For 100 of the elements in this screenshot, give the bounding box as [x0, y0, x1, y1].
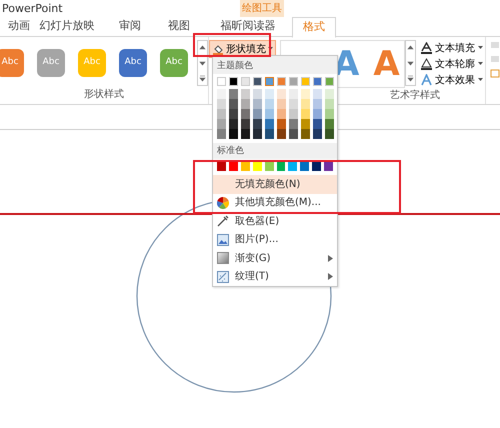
color-swatch[interactable] [277, 77, 286, 86]
color-swatch[interactable] [312, 162, 322, 171]
color-swatch[interactable] [313, 99, 322, 109]
gallery-scroll-icon[interactable] [405, 40, 416, 86]
color-swatch[interactable] [325, 129, 334, 139]
ribbon-tab[interactable]: 福昕阅读器 [204, 16, 292, 36]
color-swatch[interactable] [217, 162, 226, 171]
color-swatch[interactable] [324, 162, 334, 171]
color-swatch[interactable] [241, 77, 250, 86]
menu-item[interactable]: 图片(P)... [213, 230, 337, 249]
menu-item[interactable]: 无填充颜色(N) [213, 175, 337, 194]
color-swatch[interactable] [229, 119, 238, 129]
color-swatch[interactable] [264, 162, 274, 171]
color-swatch[interactable] [313, 119, 322, 129]
gradient-square-icon [217, 252, 229, 264]
color-swatch[interactable] [253, 89, 262, 99]
ribbon-tab[interactable]: 视图 [154, 16, 204, 36]
color-swatch[interactable] [313, 89, 322, 99]
color-swatch[interactable] [301, 109, 310, 119]
menu-item[interactable]: 其他填充颜色(M)... [213, 194, 337, 212]
color-swatch[interactable] [325, 109, 334, 119]
color-swatch[interactable] [229, 99, 238, 109]
color-swatch[interactable] [253, 129, 262, 139]
color-swatch[interactable] [277, 119, 286, 129]
color-swatch[interactable] [276, 162, 286, 171]
color-swatch[interactable] [301, 77, 310, 86]
text-fill-icon [421, 42, 432, 54]
texture-icon [217, 270, 229, 283]
color-swatch[interactable] [217, 77, 226, 86]
color-swatch[interactable] [325, 89, 334, 99]
ribbon-tab[interactable]: 动画 [0, 16, 28, 36]
color-swatch[interactable] [253, 119, 262, 129]
color-swatch[interactable] [265, 119, 274, 129]
shape-style-swatch[interactable]: Abc [119, 49, 147, 77]
color-swatch[interactable] [229, 77, 238, 86]
color-swatch[interactable] [217, 89, 226, 99]
color-wheel-icon [217, 196, 229, 209]
color-swatch[interactable] [229, 109, 238, 119]
color-swatch[interactable] [253, 99, 262, 109]
arrange-icon[interactable] [490, 40, 500, 80]
color-swatch[interactable] [325, 99, 334, 109]
color-swatch[interactable] [277, 109, 286, 119]
color-swatch[interactable] [313, 77, 322, 86]
color-swatch[interactable] [217, 129, 226, 139]
color-swatch[interactable] [217, 99, 226, 109]
color-swatch[interactable] [241, 109, 250, 119]
color-swatch[interactable] [265, 109, 274, 119]
color-swatch[interactable] [301, 89, 310, 99]
color-swatch[interactable] [301, 129, 310, 139]
color-swatch[interactable] [288, 162, 298, 171]
color-swatch[interactable] [240, 162, 250, 171]
color-swatch[interactable] [241, 99, 250, 109]
group-label: 形状样式 [83, 88, 125, 102]
color-swatch[interactable] [277, 89, 286, 99]
text-format-command[interactable]: 文本效果 [421, 72, 483, 88]
caret-icon [478, 62, 483, 66]
text-format-command[interactable]: 文本轮廓 [421, 56, 483, 72]
color-swatch[interactable] [300, 162, 310, 171]
color-swatch[interactable] [265, 89, 274, 99]
color-swatch[interactable] [301, 119, 310, 129]
menu-item[interactable]: 取色器(E) [213, 212, 337, 230]
color-swatch[interactable] [301, 99, 310, 109]
color-swatch[interactable] [217, 119, 226, 129]
text-outline-icon [421, 58, 432, 70]
contextual-tab-label: 绘图工具 [240, 0, 284, 17]
color-swatch[interactable] [289, 77, 298, 86]
ribbon-tab[interactable]: 审阅 [106, 16, 154, 36]
color-swatch[interactable] [313, 129, 322, 139]
color-swatch[interactable] [252, 162, 262, 171]
gallery-scroll-icon[interactable] [197, 40, 208, 86]
color-swatch[interactable] [325, 119, 334, 129]
color-swatch[interactable] [289, 119, 298, 129]
color-swatch[interactable] [241, 119, 250, 129]
color-swatch[interactable] [289, 99, 298, 109]
color-swatch[interactable] [265, 77, 274, 86]
color-swatch[interactable] [229, 129, 238, 139]
color-swatch[interactable] [313, 109, 322, 119]
text-format-command[interactable]: 文本填充 [421, 40, 483, 56]
text-effects-icon [421, 74, 432, 86]
color-swatch[interactable] [289, 109, 298, 119]
color-swatch[interactable] [265, 99, 274, 109]
color-swatch[interactable] [277, 99, 286, 109]
color-swatch[interactable] [253, 77, 262, 86]
color-swatch[interactable] [289, 89, 298, 99]
color-swatch[interactable] [289, 129, 298, 139]
color-swatch[interactable] [217, 109, 226, 119]
ribbon-tab[interactable]: 幻灯片放映 [28, 16, 106, 36]
color-swatch[interactable] [277, 129, 286, 139]
color-swatch[interactable] [228, 162, 238, 171]
menu-heading: 标准色 [213, 143, 337, 159]
menu-item[interactable]: 渐变(G) [213, 249, 337, 268]
color-swatch[interactable] [241, 89, 250, 99]
color-swatch[interactable] [229, 89, 238, 99]
color-swatch[interactable] [325, 77, 334, 86]
menu-item[interactable]: 纹理(T) [213, 268, 337, 286]
color-swatch[interactable] [265, 129, 274, 139]
color-swatch[interactable] [241, 129, 250, 139]
menu-heading: 主题颜色 [213, 56, 337, 74]
color-swatch[interactable] [253, 109, 262, 119]
caret-icon [478, 78, 483, 82]
